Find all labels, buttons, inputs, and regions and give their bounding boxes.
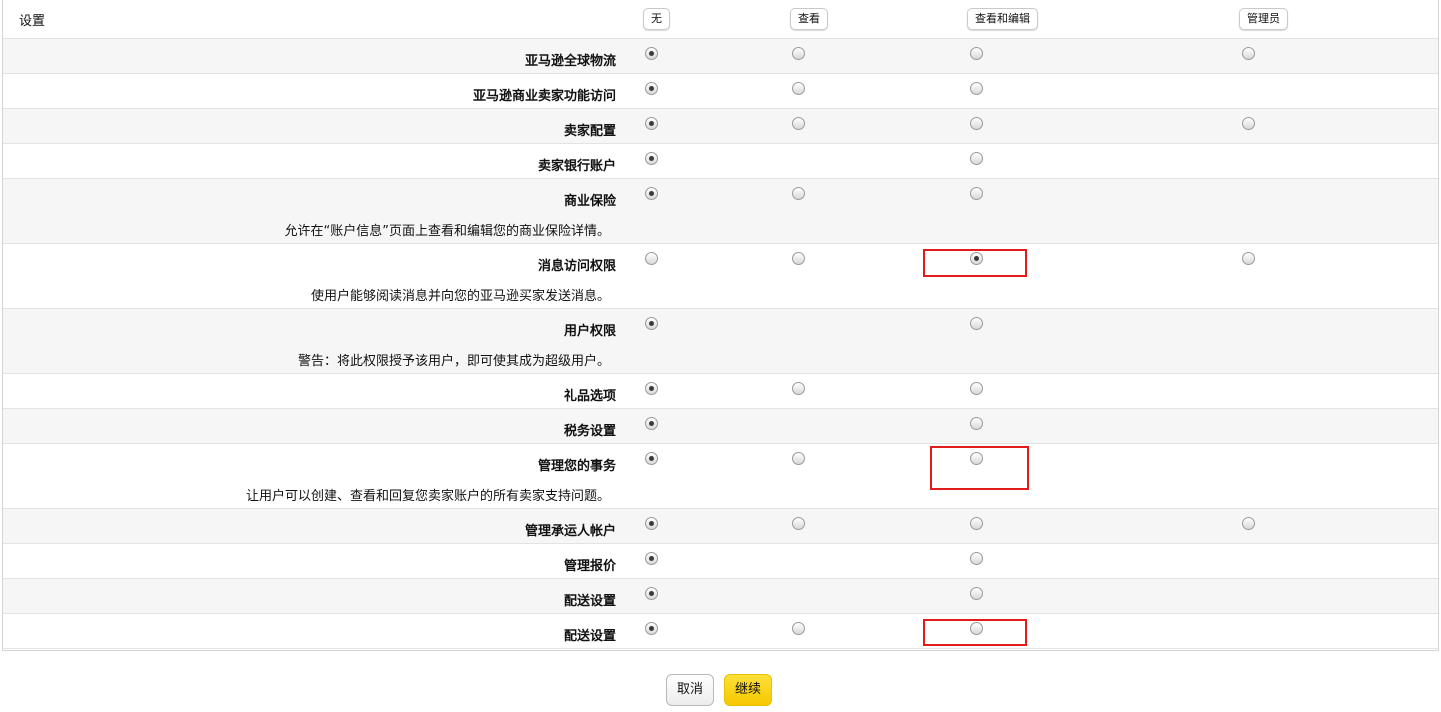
radio-view[interactable] [792,382,805,395]
radio-view-edit[interactable] [970,517,983,530]
permission-label: 配送设置 [563,629,616,644]
permission-description: 允许在“账户信息”页面上查看和编辑您的商业保险详情。 [284,224,610,239]
table-row: 亚马逊全球物流 [3,39,1438,74]
radio-view-edit[interactable] [970,552,983,565]
permission-label: 卖家配置 [563,124,616,139]
radio-view[interactable] [792,252,805,265]
radio-view-edit[interactable] [970,382,983,395]
radio-admin[interactable] [1242,517,1255,530]
settings-title: 设置 [19,14,46,29]
permission-label: 管理报价 [563,559,616,574]
radio-view[interactable] [792,187,805,200]
radio-admin[interactable] [1242,47,1255,60]
table-row: 配送设置 [3,579,1438,614]
table-row: 卖家配置 [3,109,1438,144]
permission-rows: 亚马逊全球物流亚马逊商业卖家功能访问卖家配置卖家银行账户商业保险允许在“账户信息… [3,39,1438,649]
radio-view[interactable] [792,82,805,95]
radio-admin[interactable] [1242,117,1255,130]
permission-description: 让用户可以创建、查看和回复您卖家账户的所有卖家支持问题。 [245,489,610,504]
column-none-button[interactable]: 无 [643,8,670,30]
continue-button[interactable]: 继续 [724,674,773,706]
radio-none[interactable] [645,82,658,95]
table-row: 管理您的事务让用户可以创建、查看和回复您卖家账户的所有卖家支持问题。 [3,444,1438,509]
table-row: 用户权限警告：将此权限授予该用户，即可使其成为超级用户。 [3,309,1438,374]
table-row: 卖家银行账户 [3,144,1438,179]
radio-view[interactable] [792,517,805,530]
radio-view-edit[interactable] [970,622,983,635]
table-row: 管理承运人帐户 [3,509,1438,544]
permission-label: 税务设置 [563,424,616,439]
radio-none[interactable] [645,517,658,530]
radio-none[interactable] [645,417,658,430]
radio-none[interactable] [645,452,658,465]
permission-label: 礼品选项 [563,389,616,404]
radio-view-edit[interactable] [970,152,983,165]
permission-label: 卖家银行账户 [537,159,616,174]
table-row: 亚马逊商业卖家功能访问 [3,74,1438,109]
radio-view-edit[interactable] [970,82,983,95]
radio-none[interactable] [645,47,658,60]
radio-none[interactable] [645,117,658,130]
table-row: 商业保险允许在“账户信息”页面上查看和编辑您的商业保险详情。 [3,179,1438,244]
table-row: 配送设置 [3,614,1438,649]
permission-label: 管理您的事务 [537,459,616,474]
column-admin-button[interactable]: 管理员 [1239,8,1288,30]
table-row: 税务设置 [3,409,1438,444]
radio-none[interactable] [645,252,658,265]
permission-label: 消息访问权限 [537,259,616,274]
permission-label: 配送设置 [563,594,616,609]
radio-view-edit[interactable] [970,47,983,60]
radio-view-edit[interactable] [970,417,983,430]
permission-label: 亚马逊商业卖家功能访问 [472,89,616,104]
radio-none[interactable] [645,152,658,165]
radio-view-edit[interactable] [970,587,983,600]
column-view-button[interactable]: 查看 [790,8,828,30]
radio-none[interactable] [645,382,658,395]
table-row: 消息访问权限使用户能够阅读消息并向您的亚马逊买家发送消息。 [3,244,1438,309]
table-row: 管理报价 [3,544,1438,579]
radio-admin[interactable] [1242,252,1255,265]
permission-label: 亚马逊全球物流 [524,54,616,69]
radio-view[interactable] [792,47,805,60]
permission-label: 用户权限 [563,324,616,339]
radio-none[interactable] [645,552,658,565]
table-row: 礼品选项 [3,374,1438,409]
permission-label: 商业保险 [563,194,616,209]
radio-view[interactable] [792,622,805,635]
cancel-button[interactable]: 取消 [666,674,715,706]
permission-description: 警告：将此权限授予该用户，即可使其成为超级用户。 [297,354,610,369]
radio-none[interactable] [645,622,658,635]
column-view-edit-button[interactable]: 查看和编辑 [967,8,1038,30]
radio-none[interactable] [645,587,658,600]
radio-view-edit[interactable] [970,117,983,130]
radio-view-edit[interactable] [970,317,983,330]
radio-view-edit[interactable] [970,187,983,200]
radio-none[interactable] [645,187,658,200]
radio-view[interactable] [792,452,805,465]
table-header: 设置 无 查看 查看和编辑 管理员 [3,0,1438,39]
radio-view-edit[interactable] [970,252,983,265]
radio-none[interactable] [645,317,658,330]
radio-view[interactable] [792,117,805,130]
permission-description: 使用户能够阅读消息并向您的亚马逊买家发送消息。 [310,289,610,304]
permission-label: 管理承运人帐户 [524,524,616,539]
radio-view-edit[interactable] [970,452,983,465]
permissions-table: 设置 无 查看 查看和编辑 管理员 亚马逊全球物流亚马逊商业卖家功能访问卖家配置… [2,0,1439,651]
